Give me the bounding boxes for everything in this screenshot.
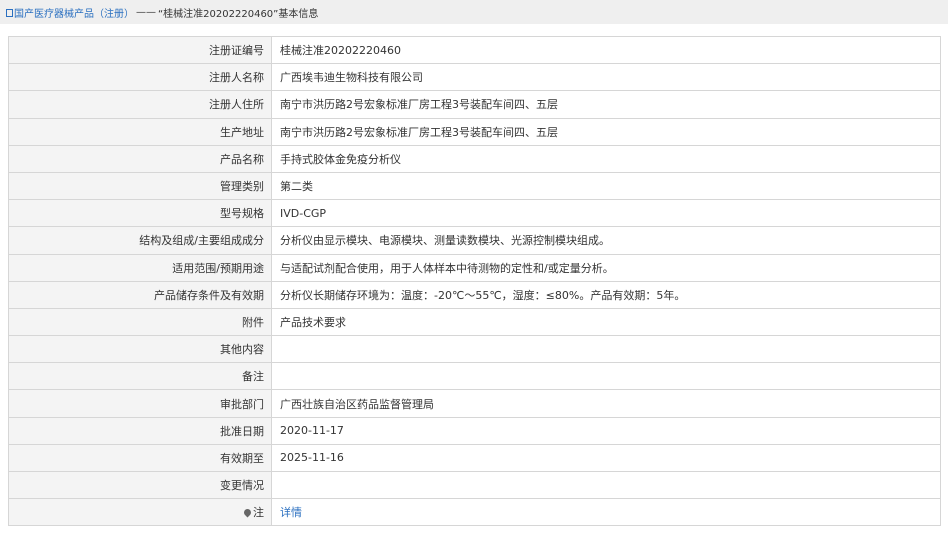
table-row: 管理类别 第二类 [8, 171, 941, 201]
table-row: 型号规格 IVD-CGP [8, 199, 941, 228]
detail-table: 注册证编号 桂械注准20202220460 注册人名称 广西埃韦迪生物科技有限公司 … [8, 35, 941, 527]
note-value-cell: 详情 [271, 498, 941, 527]
table-row: 注册证编号 桂械注准20202220460 [8, 35, 941, 65]
row-label: 产品储存条件及有效期 [8, 280, 272, 309]
breadcrumb-current: “桂械注准20202220460”基本信息 [158, 8, 319, 20]
row-label: 型号规格 [8, 199, 272, 228]
table-row: 备注 [8, 362, 941, 391]
row-value: 产品技术要求 [271, 307, 941, 337]
row-value [271, 335, 941, 364]
pin-icon [242, 507, 253, 518]
row-value: 广西埃韦迪生物科技有限公司 [271, 63, 941, 92]
details-link[interactable]: 详情 [280, 506, 302, 519]
row-value: 与适配试剂配合使用，用于人体样本中待测物的定性和/或定量分析。 [271, 253, 941, 282]
table-row: 其他内容 [8, 335, 941, 364]
row-value [271, 470, 941, 500]
row-value: 南宁市洪历路2号宏象标准厂房工程3号装配车间四、五层 [271, 90, 941, 119]
table-row: 适用范围/预期用途 与适配试剂配合使用，用于人体样本中待测物的定性和/或定量分析。 [8, 253, 941, 282]
row-label: 注册人名称 [8, 63, 272, 92]
row-label: 适用范围/预期用途 [8, 253, 272, 282]
table-row: 有效期至 2025-11-16 [8, 443, 941, 473]
table-row: 产品储存条件及有效期 分析仪长期储存环境为：温度：-20℃～55℃，湿度：≤80%… [8, 280, 941, 309]
table-row: 批准日期 2020-11-17 [8, 416, 941, 445]
row-value: 分析仪长期储存环境为：温度：-20℃～55℃，湿度：≤80%。产品有效期：5年。 [271, 280, 941, 309]
breadcrumb: 国产医疗器械产品（注册） —— “桂械注准20202220460”基本信息 [0, 0, 948, 24]
breadcrumb-separator: —— [136, 6, 156, 18]
row-label: 备注 [8, 362, 272, 391]
row-label: 注册证编号 [8, 35, 272, 65]
row-label: 生产地址 [8, 117, 272, 146]
row-value [271, 362, 941, 391]
row-value: 2020-11-17 [271, 416, 941, 445]
row-value: 广西壮族自治区药品监督管理局 [271, 389, 941, 418]
row-value: 手持式胶体金免疫分析仪 [271, 144, 941, 173]
row-label: 变更情况 [8, 470, 272, 500]
table-row: 附件 产品技术要求 [8, 307, 941, 337]
note-label-cell: 注 [8, 498, 272, 527]
note-label: 注 [253, 506, 264, 520]
row-label: 批准日期 [8, 416, 272, 445]
row-label: 产品名称 [8, 144, 272, 173]
table-row: 结构及组成/主要组成成分 分析仪由显示模块、电源模块、测量读数模块、光源控制模块组… [8, 226, 941, 255]
document-icon [6, 9, 13, 17]
table-row: 注册人名称 广西埃韦迪生物科技有限公司 [8, 63, 941, 92]
table-row: 审批部门 广西壮族自治区药品监督管理局 [8, 389, 941, 418]
table-row: 变更情况 [8, 470, 941, 500]
row-value: 桂械注准20202220460 [271, 35, 941, 65]
row-label: 管理类别 [8, 171, 272, 201]
row-value: 分析仪由显示模块、电源模块、测量读数模块、光源控制模块组成。 [271, 226, 941, 255]
breadcrumb-home-link[interactable]: 国产医疗器械产品（注册） [14, 5, 134, 20]
row-value: 南宁市洪历路2号宏象标准厂房工程3号装配车间四、五层 [271, 117, 941, 146]
row-value: IVD-CGP [271, 199, 941, 228]
row-label: 结构及组成/主要组成成分 [8, 226, 272, 255]
row-label: 注册人住所 [8, 90, 272, 119]
row-label: 其他内容 [8, 335, 272, 364]
row-label: 有效期至 [8, 443, 272, 473]
row-value: 第二类 [271, 171, 941, 201]
row-label: 审批部门 [8, 389, 272, 418]
table-row: 产品名称 手持式胶体金免疫分析仪 [8, 144, 941, 173]
row-value: 2025-11-16 [271, 443, 941, 473]
note-row: 注 详情 [8, 498, 941, 527]
table-row: 生产地址 南宁市洪历路2号宏象标准厂房工程3号装配车间四、五层 [8, 117, 941, 146]
table-row: 注册人住所 南宁市洪历路2号宏象标准厂房工程3号装配车间四、五层 [8, 90, 941, 119]
row-label: 附件 [8, 307, 272, 337]
